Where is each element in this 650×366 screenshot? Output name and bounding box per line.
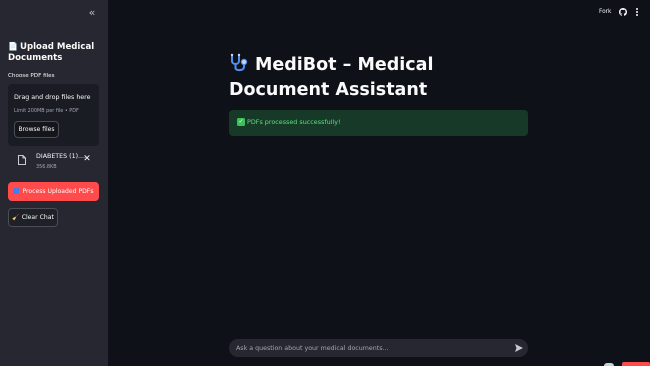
process-pdfs-button[interactable]: Process Uploaded PDFs [8, 182, 99, 201]
sidebar-title: 📄 Upload Medical Documents [8, 41, 104, 64]
manage-app-button[interactable] [622, 362, 650, 366]
file-icon [18, 155, 26, 165]
broom-icon: 🧹 [12, 214, 20, 221]
process-pdfs-label: Process Uploaded PDFs [22, 188, 94, 195]
check-icon: ✓ [237, 118, 245, 126]
refresh-icon [13, 188, 20, 194]
vertical-dots-icon[interactable] [634, 7, 640, 18]
chat-input-container [229, 339, 528, 357]
success-alert: ✓ PDFs processed successfully! [229, 110, 528, 136]
file-dropzone[interactable]: Drag and drop files here Limit 200MB per… [8, 84, 99, 146]
success-message: PDFs processed successfully! [247, 118, 341, 126]
page-icon: 📄 [8, 42, 18, 51]
chat-input[interactable] [236, 339, 506, 357]
dropzone-limit: Limit 200MB per file • PDF [14, 108, 79, 114]
page-title: MediBot – Medical Document Assistant [229, 53, 529, 103]
sidebar-title-text: Upload Medical Documents [8, 42, 95, 63]
browse-files-button[interactable]: Browse files [14, 121, 59, 138]
send-icon[interactable] [514, 343, 524, 353]
remove-file-icon[interactable]: ✕ [82, 153, 92, 165]
uploaded-file-item: DIABETES (1).... 356.8KB ✕ [8, 150, 99, 174]
dropzone-title: Drag and drop files here [14, 94, 91, 101]
file-name: DIABETES (1).... [36, 153, 87, 160]
fork-link[interactable]: Fork [599, 9, 611, 15]
uploader-label: Choose PDF files [8, 73, 55, 79]
file-size: 356.8KB [36, 164, 57, 170]
clear-chat-label: Clear Chat [21, 214, 54, 221]
stethoscope-icon [230, 53, 248, 72]
clear-chat-button[interactable]: 🧹 Clear Chat [8, 208, 58, 227]
collapse-sidebar-icon[interactable]: « [86, 7, 98, 19]
page-title-text: MediBot – Medical Document Assistant [229, 55, 434, 100]
github-icon[interactable] [619, 8, 627, 16]
sidebar: « 📄 Upload Medical Documents Choose PDF f… [0, 0, 108, 366]
